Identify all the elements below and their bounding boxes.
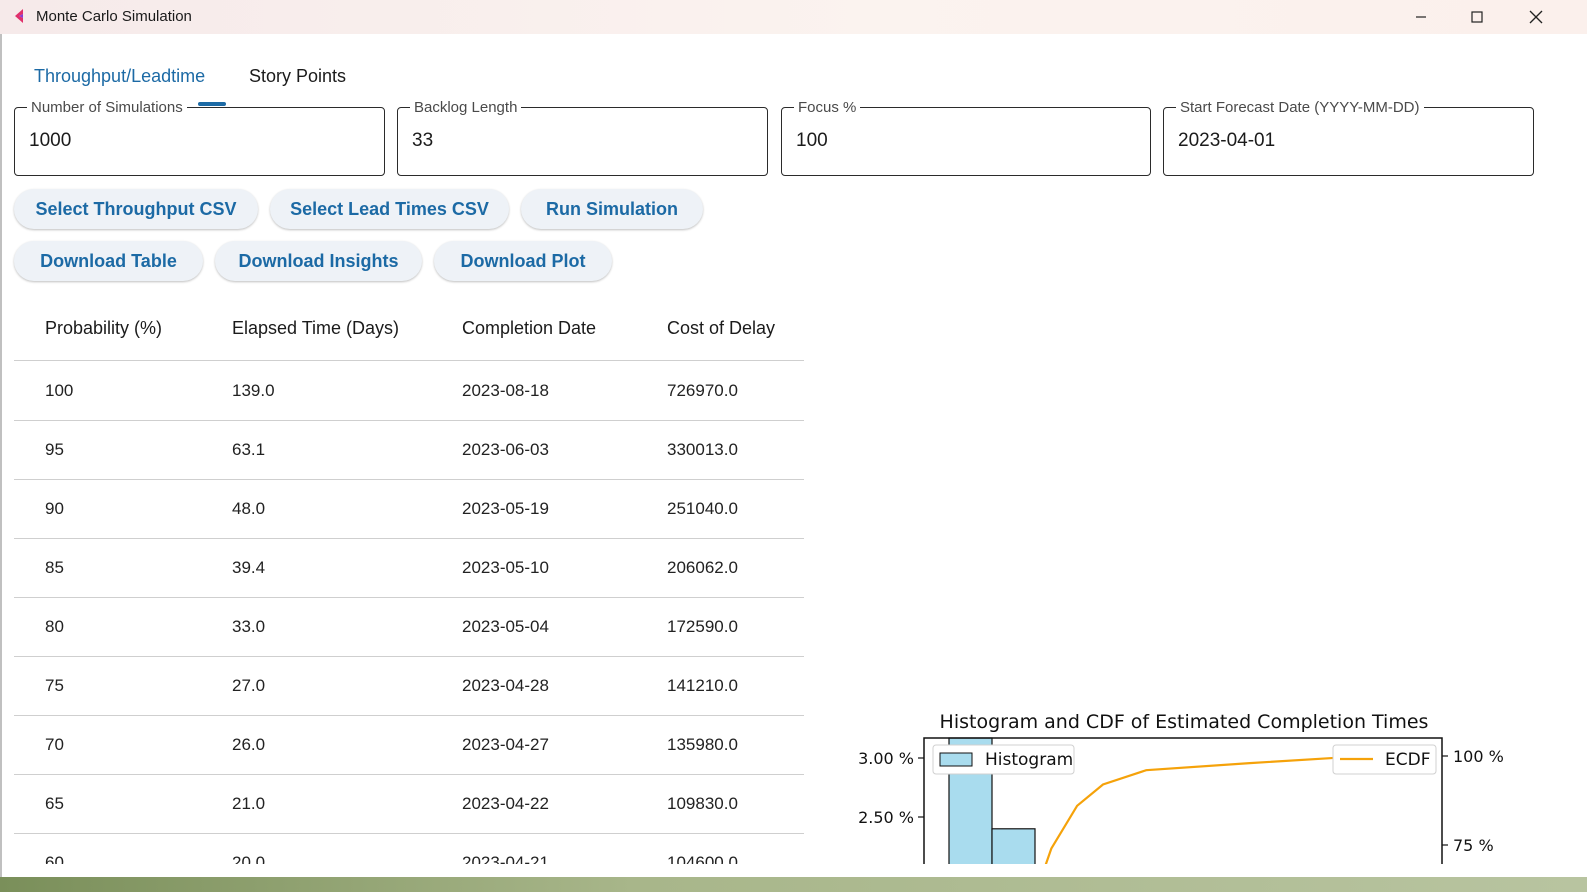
desktop-background — [0, 877, 1587, 892]
column-header-elapsed-time[interactable]: Elapsed Time (Days) — [232, 318, 399, 339]
completion-date-cell: 2023-04-22 — [462, 794, 549, 813]
tab-story-points[interactable]: Story Points — [249, 66, 346, 87]
completion-date-cell: 2023-05-19 — [462, 499, 549, 518]
app-window: Monte Carlo Simulation Throughput/Leadti… — [0, 0, 1587, 892]
num-simulations-field[interactable]: Number of Simulations 1000 — [14, 99, 385, 176]
focus-input[interactable]: 100 — [796, 130, 828, 152]
probability-cell: 95 — [45, 440, 64, 459]
maximize-icon — [1471, 11, 1483, 23]
elapsed-time-cell: 39.4 — [232, 558, 266, 577]
start-date-field[interactable]: Start Forecast Date (YYYY-MM-DD) 2023-04… — [1163, 99, 1534, 176]
download-table-button[interactable]: Download Table — [14, 241, 203, 281]
completion-date-cell: 2023-04-27 — [462, 735, 549, 754]
cost-of-delay-cell: 109830.0 — [667, 794, 738, 813]
elapsed-time-cell: 20.0 — [232, 853, 266, 864]
title-bar[interactable]: Monte Carlo Simulation — [0, 0, 1587, 34]
table-row[interactable]: 60 20.0 2023-04-21 104600.0 — [14, 834, 804, 864]
ecdf-line — [1044, 756, 1337, 864]
table-row[interactable]: 65 21.0 2023-04-22 109830.0 — [14, 775, 804, 834]
elapsed-time-cell: 27.0 — [232, 676, 266, 695]
backlog-length-input[interactable]: 33 — [412, 130, 433, 152]
column-header-completion-date[interactable]: Completion Date — [462, 318, 596, 339]
cost-of-delay-cell: 206062.0 — [667, 558, 738, 577]
completion-date-cell: 2023-06-03 — [462, 440, 549, 459]
table-row[interactable]: 100 139.0 2023-08-18 726970.0 — [14, 362, 804, 421]
tab-throughput-leadtime[interactable]: Throughput/Leadtime — [34, 66, 205, 87]
probability-cell: 80 — [45, 617, 64, 636]
right-tick-label: 100 % — [1453, 747, 1504, 766]
elapsed-time-cell: 63.1 — [232, 440, 266, 459]
probability-cell: 60 — [45, 853, 64, 864]
probability-cell: 70 — [45, 735, 64, 754]
probability-cell: 90 — [45, 499, 64, 518]
start-date-input[interactable]: 2023-04-01 — [1178, 130, 1275, 152]
legend-ecdf: ECDF — [1332, 744, 1437, 775]
histogram-cdf-chart: Histogram and CDF of Estimated Completio… — [816, 674, 1556, 864]
download-plot-button[interactable]: Download Plot — [434, 241, 612, 281]
probability-cell: 75 — [45, 676, 64, 695]
backlog-length-field[interactable]: Backlog Length 33 — [397, 99, 768, 176]
cost-of-delay-cell: 141210.0 — [667, 676, 738, 695]
close-icon — [1529, 10, 1543, 24]
start-date-label: Start Forecast Date (YYYY-MM-DD) — [1176, 99, 1424, 116]
legend-histogram: Histogram — [932, 744, 1075, 775]
cost-of-delay-cell: 104600.0 — [667, 853, 738, 864]
probability-cell: 65 — [45, 794, 64, 813]
cost-of-delay-cell: 330013.0 — [667, 440, 738, 459]
cost-of-delay-cell: 251040.0 — [667, 499, 738, 518]
window-title: Monte Carlo Simulation — [36, 8, 192, 25]
table-row[interactable]: 70 26.0 2023-04-27 135980.0 — [14, 716, 804, 775]
cost-of-delay-cell: 135980.0 — [667, 735, 738, 754]
close-button[interactable] — [1507, 0, 1565, 34]
table-row[interactable]: 95 63.1 2023-06-03 330013.0 — [14, 421, 804, 480]
elapsed-time-cell: 48.0 — [232, 499, 266, 518]
num-simulations-input[interactable]: 1000 — [29, 130, 71, 152]
table-header: Probability (%) Elapsed Time (Days) Comp… — [14, 298, 804, 361]
left-tick-label: 2.50 % — [858, 808, 914, 827]
focus-label: Focus % — [794, 99, 861, 116]
table-row[interactable]: 85 39.4 2023-05-10 206062.0 — [14, 539, 804, 598]
num-simulations-label: Number of Simulations — [27, 99, 187, 116]
elapsed-time-cell: 26.0 — [232, 735, 266, 754]
cost-of-delay-cell: 172590.0 — [667, 617, 738, 636]
completion-date-cell: 2023-04-28 — [462, 676, 549, 695]
select-lead-times-csv-button[interactable]: Select Lead Times CSV — [270, 189, 509, 229]
elapsed-time-cell: 33.0 — [232, 617, 266, 636]
chart-canvas: Histogram and CDF of Estimated Completio… — [858, 711, 1504, 864]
completion-date-cell: 2023-04-21 — [462, 853, 549, 864]
elapsed-time-cell: 21.0 — [232, 794, 266, 813]
window-border — [0, 34, 2, 877]
run-simulation-button[interactable]: Run Simulation — [521, 189, 703, 229]
active-tab-indicator — [198, 102, 226, 106]
column-header-probability[interactable]: Probability (%) — [45, 318, 162, 339]
maximize-button[interactable] — [1448, 0, 1506, 34]
app-logo-icon — [15, 9, 23, 23]
backlog-length-label: Backlog Length — [410, 99, 522, 116]
left-tick-label: 3.00 % — [858, 749, 914, 768]
histogram-bar — [991, 828, 1036, 864]
column-header-cost-of-delay[interactable]: Cost of Delay — [667, 318, 775, 339]
results-table[interactable]: Probability (%) Elapsed Time (Days) Comp… — [14, 298, 804, 864]
focus-field[interactable]: Focus % 100 — [781, 99, 1151, 176]
probability-cell: 100 — [45, 381, 74, 400]
elapsed-time-cell: 139.0 — [232, 381, 275, 400]
minimize-button[interactable] — [1392, 0, 1450, 34]
select-throughput-csv-button[interactable]: Select Throughput CSV — [14, 189, 258, 229]
completion-date-cell: 2023-08-18 — [462, 381, 549, 400]
completion-date-cell: 2023-05-04 — [462, 617, 549, 636]
minimize-icon — [1416, 16, 1426, 18]
legend-histogram-swatch — [939, 752, 973, 767]
legend-ecdf-label: ECDF — [1385, 750, 1430, 770]
table-row[interactable]: 90 48.0 2023-05-19 251040.0 — [14, 480, 804, 539]
table-row[interactable]: 80 33.0 2023-05-04 172590.0 — [14, 598, 804, 657]
completion-date-cell: 2023-05-10 — [462, 558, 549, 577]
right-tick-label: 75 % — [1453, 836, 1494, 855]
table-row[interactable]: 75 27.0 2023-04-28 141210.0 — [14, 657, 804, 716]
legend-histogram-label: Histogram — [985, 750, 1073, 770]
download-insights-button[interactable]: Download Insights — [215, 241, 422, 281]
probability-cell: 85 — [45, 558, 64, 577]
chart-title: Histogram and CDF of Estimated Completio… — [940, 711, 1429, 733]
cost-of-delay-cell: 726970.0 — [667, 381, 738, 400]
